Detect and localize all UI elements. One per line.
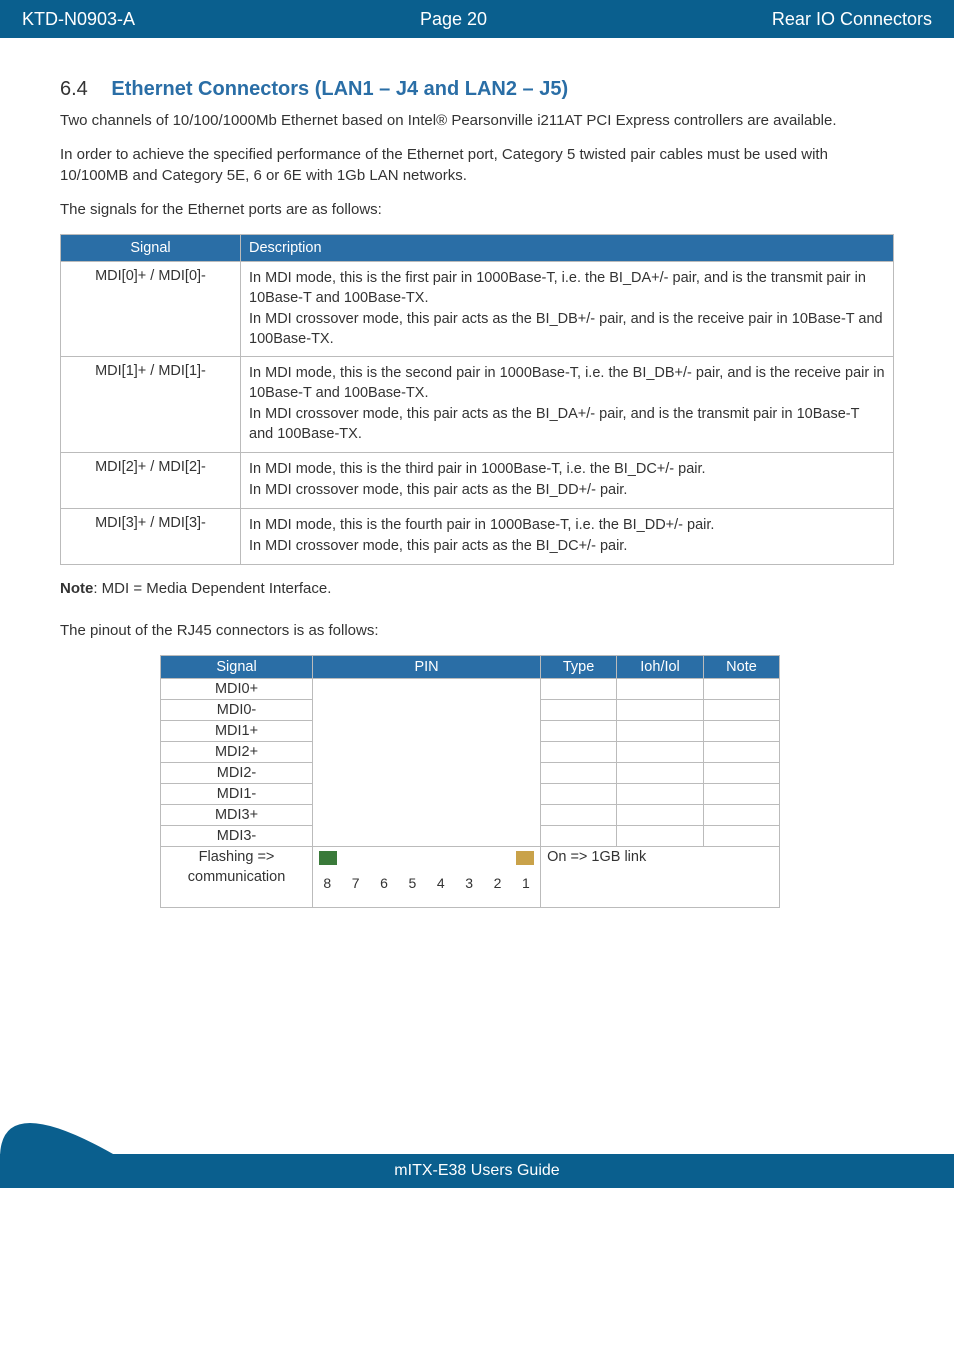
footer-curve-decoration: [0, 1088, 120, 1158]
col-header-pin: PIN: [313, 656, 541, 679]
table-row: MDI[0]+ / MDI[0]- In MDI mode, this is t…: [61, 262, 894, 357]
section-number: 6.4: [60, 78, 88, 100]
description-cell: In MDI mode, this is the third pair in 1…: [241, 452, 894, 508]
signal-cell: MDI[3]+ / MDI[3]-: [61, 508, 241, 564]
signal-cell: Flashing =>: [161, 847, 313, 868]
col-header-signal: Signal: [61, 235, 241, 262]
note-text: : MDI = Media Dependent Interface.: [93, 580, 331, 597]
table-row: MDI[3]+ / MDI[3]- In MDI mode, this is t…: [61, 508, 894, 564]
footer: mITX-E38 Users Guide: [0, 1108, 954, 1188]
signal-cell: MDI2-: [161, 763, 313, 784]
pinout-table: Signal PIN Type Ioh/Iol Note MDI0+ MDI0-…: [160, 655, 780, 908]
main-content: 6.4 Ethernet Connectors (LAN1 – J4 and L…: [0, 38, 954, 1108]
signal-cell: MDI3-: [161, 826, 313, 847]
header-bar: KTD-N0903-A Page 20 Rear IO Connectors: [0, 0, 954, 38]
pin-numbers: 8 7 6 5 4 3 2 1: [313, 847, 540, 891]
page-number: Page 20: [420, 9, 487, 30]
note-line: Note: MDI = Media Dependent Interface.: [60, 579, 894, 599]
signal-cell: MDI1-: [161, 784, 313, 805]
description-cell: In MDI mode, this is the fourth pair in …: [241, 508, 894, 564]
signal-cell: MDI3+: [161, 805, 313, 826]
col-header-type: Type: [541, 656, 617, 679]
section-heading: 6.4 Ethernet Connectors (LAN1 – J4 and L…: [60, 78, 894, 101]
paragraph: The pinout of the RJ45 connectors is as …: [60, 621, 894, 641]
paragraph: Two channels of 10/100/1000Mb Ethernet b…: [60, 111, 894, 131]
signal-cell: communication: [161, 867, 313, 907]
pin-diagram-cell: [313, 679, 541, 847]
signal-cell: MDI[0]+ / MDI[0]-: [61, 262, 241, 357]
table-row: MDI[1]+ / MDI[1]- In MDI mode, this is t…: [61, 357, 894, 452]
signal-cell: MDI0-: [161, 700, 313, 721]
table-row: MDI0+: [161, 679, 780, 700]
table-row: Flashing => 8 7 6 5 4 3 2 1: [161, 847, 780, 868]
section-title: Ethernet Connectors (LAN1 – J4 and LAN2 …: [111, 78, 568, 100]
orange-led-icon: [516, 851, 534, 865]
footer-title: mITX-E38 Users Guide: [0, 1154, 954, 1188]
doc-number: KTD-N0903-A: [22, 9, 135, 30]
description-cell: In MDI mode, this is the first pair in 1…: [241, 262, 894, 357]
table-row: MDI[2]+ / MDI[2]- In MDI mode, this is t…: [61, 452, 894, 508]
description-cell: In MDI mode, this is the second pair in …: [241, 357, 894, 452]
col-header-signal: Signal: [161, 656, 313, 679]
signal-cell: MDI0+: [161, 679, 313, 700]
led-pin-cell: 8 7 6 5 4 3 2 1: [313, 847, 541, 908]
signal-cell: MDI[2]+ / MDI[2]-: [61, 452, 241, 508]
section-name: Rear IO Connectors: [772, 9, 932, 30]
col-header-description: Description: [241, 235, 894, 262]
signal-description-table: Signal Description MDI[0]+ / MDI[0]- In …: [60, 234, 894, 565]
note-label: Note: [60, 580, 93, 597]
green-led-icon: [319, 851, 337, 865]
signal-cell: MDI2+: [161, 742, 313, 763]
paragraph: The signals for the Ethernet ports are a…: [60, 200, 894, 220]
col-header-note: Note: [703, 656, 779, 679]
signal-cell: MDI1+: [161, 721, 313, 742]
paragraph: In order to achieve the specified perfor…: [60, 145, 894, 186]
signal-cell: MDI[1]+ / MDI[1]-: [61, 357, 241, 452]
col-header-ioh: Ioh/Iol: [617, 656, 704, 679]
type-cell: On => 1GB link: [541, 847, 780, 908]
